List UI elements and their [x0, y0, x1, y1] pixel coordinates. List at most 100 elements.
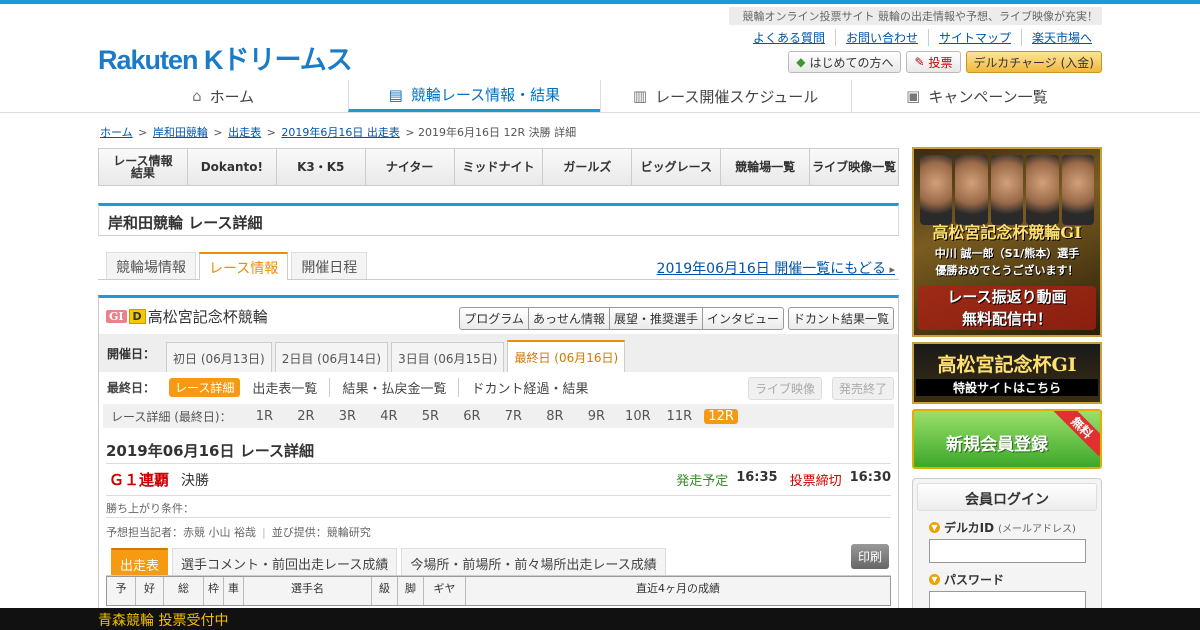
day-tab-2[interactable]: 2日目 (06月14日)	[274, 342, 389, 372]
subnav-tracks[interactable]: 競輪場一覧	[720, 149, 809, 185]
race-6r[interactable]: 6R	[451, 409, 493, 424]
race-10r[interactable]: 10R	[617, 409, 659, 424]
race-header: GI D 高松宮記念杯競輪 プログラム あっせん情報 展望・推奨選手 インタビュ…	[99, 298, 898, 334]
tab-comments[interactable]: 選手コメント・前回出走レース成績	[172, 548, 398, 575]
race-info-button-group: プログラム あっせん情報 展望・推奨選手 インタビュー	[459, 307, 784, 330]
tab-recent-results[interactable]: 今場所・前場所・前々場所出走レース成績	[401, 548, 666, 575]
start-label: 発走予定	[676, 474, 729, 489]
breadcrumb: ホーム > 岸和田競輪 > 出走表 > 2019年6月16日 出走表 > 201…	[100, 126, 577, 139]
delca-id-input[interactable]	[929, 539, 1086, 563]
race-detail-item[interactable]: レース詳細	[169, 377, 241, 397]
lineup-provider: 並び提供：競輪研究	[271, 526, 371, 539]
assign-info-button[interactable]: あっせん情報	[527, 308, 609, 329]
race-line: Ｇ１連覇 決勝 発走予定 16:35 投票締切 16:30	[106, 464, 891, 496]
race-11r[interactable]: 11R	[659, 409, 701, 424]
final-day-menu: 最終日： レース詳細 出走表一覧 結果・払戻金一覧 ドカント経過・結果 ライブ映…	[99, 372, 898, 402]
subnav-nighter[interactable]: ナイター	[364, 149, 454, 185]
dokanto-results-button[interactable]: ドカント結果一覧	[789, 308, 893, 329]
prediction-info: 予想担当記者：赤競 小山 裕哉 | 並び提供：競輪研究	[106, 526, 371, 539]
day-tabs: 開催日： 初日 (06月13日) 2日目 (06月14日) 3日目 (06月15…	[99, 334, 898, 372]
entry-table-header: 予 好 総 枠 車 選手名 級 脚 ギヤ 直近4ヶ月の成績	[106, 576, 891, 606]
dokanto-progress-item[interactable]: ドカント経過・結果	[458, 377, 600, 397]
banner2-title: 高松宮記念杯GI	[937, 354, 1077, 376]
col-style: 脚	[397, 577, 423, 605]
subnav-dokanto[interactable]: Dokanto!	[186, 149, 276, 185]
gift-icon: ▣	[906, 87, 921, 105]
race-7r[interactable]: 7R	[493, 409, 535, 424]
live-video-button[interactable]: ライブ映像	[747, 377, 822, 400]
sitemap-link[interactable]: サイトマップ	[927, 29, 1021, 46]
register-banner[interactable]: 新規会員登録 無料	[912, 409, 1102, 469]
subnav-k3k5[interactable]: K3・K5	[275, 149, 365, 185]
race-12r[interactable]: 12R	[704, 408, 739, 424]
banner2-subtitle: 特設サイトはこちら	[916, 379, 1098, 396]
gnav-campaign[interactable]: ▣ キャンペーン一覧	[850, 80, 1102, 112]
start-time: 16:35	[736, 470, 778, 485]
riders-photo	[920, 155, 1095, 225]
race-grade-label: Ｇ１連覇	[109, 471, 170, 489]
page-title: 岸和田競輪 レース詳細	[98, 203, 899, 236]
race-number-label: レース詳細 (最終日)：	[111, 409, 232, 424]
tab-schedule[interactable]: 開催日程	[291, 252, 368, 279]
arrow-bullet-icon: ▼	[929, 522, 940, 533]
race-4r[interactable]: 4R	[368, 409, 410, 424]
tab-entry-list[interactable]: 出走表	[111, 548, 169, 575]
faq-link[interactable]: よくある質問	[743, 29, 835, 46]
crumb-current: 2019年6月16日 12R 決勝 詳細	[418, 126, 577, 139]
site-logo[interactable]: Rakuten Kドリームス	[98, 38, 353, 77]
outlook-button[interactable]: 展望・推奨選手	[608, 308, 702, 329]
beginner-button[interactable]: ◆ はじめての方へ	[788, 51, 902, 73]
results-payout-item[interactable]: 結果・払戻金一覧	[329, 377, 458, 397]
back-to-list-link[interactable]: 2019年06月16日 開催一覧にもどる	[657, 258, 895, 278]
global-nav: ⌂ ホーム ▤ 競輪レース情報・結果 ▥ レース開催スケジュール ▣ キャンペーン一覧	[98, 80, 1102, 112]
subnav-live[interactable]: ライブ映像一覧	[809, 149, 898, 185]
crumb-home[interactable]: ホーム	[100, 126, 133, 139]
charge-button[interactable]: デルカチャージ (入金)	[965, 51, 1102, 73]
race-2r[interactable]: 2R	[285, 409, 327, 424]
day-tab-1[interactable]: 初日 (06月13日)	[166, 342, 272, 372]
subnav-midnight[interactable]: ミッドナイト	[453, 149, 543, 185]
day-tab-3[interactable]: 3日目 (06月15日)	[391, 342, 505, 372]
tab-race-info[interactable]: レース情報	[199, 252, 289, 280]
entry-list-item[interactable]: 出走表一覧	[240, 378, 329, 397]
tab-track-info[interactable]: 競輪場情報	[106, 252, 196, 279]
contact-link[interactable]: お問い合わせ	[834, 29, 928, 46]
special-site-banner[interactable]: 高松宮記念杯GI 特設サイトはこちら	[912, 342, 1102, 404]
takamatsunomiya-result-banner[interactable]: 高松宮記念杯競輪GI 中川 誠一郎（S1/熊本）選手 優勝おめでとうございます！ …	[912, 147, 1102, 337]
crumb-date-program[interactable]: 2019年6月16日 出走表	[281, 126, 400, 139]
status-ticker[interactable]: 青森競輪 投票受付中	[0, 608, 1200, 630]
race-1r[interactable]: 1R	[244, 409, 286, 424]
crumb-track[interactable]: 岸和田競輪	[153, 126, 208, 139]
race-5r[interactable]: 5R	[410, 409, 452, 424]
rakuten-ichiba-link[interactable]: 楽天市場へ	[1020, 29, 1102, 46]
list-icon: ▥	[632, 87, 648, 105]
day-tab-final[interactable]: 最終日 (06月16日)	[507, 340, 626, 372]
print-button[interactable]: 印刷	[850, 544, 889, 569]
subnav-big-race[interactable]: ビッグレース	[631, 149, 720, 185]
banner1-title: 高松宮記念杯競輪GI	[932, 223, 1082, 242]
interview-button[interactable]: インタビュー	[701, 308, 783, 329]
register-label: 新規会員登録	[946, 435, 1048, 455]
header-buttons: ◆ はじめての方へ ✎ 投票 デルカチャージ (入金)	[788, 51, 1102, 73]
race-times: 発走予定 16:35 投票締切 16:30	[676, 470, 891, 489]
gnav-schedule[interactable]: ▥ レース開催スケジュール	[599, 80, 851, 112]
vote-button[interactable]: ✎ 投票	[906, 51, 961, 73]
header-divider	[0, 112, 1200, 113]
col-class: 級	[371, 577, 397, 605]
col-prediction: 予	[115, 582, 127, 595]
subnav-race-results[interactable]: レース情報 結果	[99, 149, 187, 185]
beginner-mark-icon: ◆	[796, 55, 806, 69]
race-8r[interactable]: 8R	[534, 409, 576, 424]
gnav-race-info[interactable]: ▤ 競輪レース情報・結果	[348, 80, 600, 112]
subnav-girls[interactable]: ガールズ	[542, 149, 631, 185]
site-tagline: 競輪オンライン投票サイト 競輪の出走情報や予想、ライブ映像が充実！	[728, 7, 1102, 25]
gnav-home[interactable]: ⌂ ホーム	[98, 80, 348, 112]
race-3r[interactable]: 3R	[327, 409, 369, 424]
crumb-program[interactable]: 出走表	[228, 126, 261, 139]
program-button[interactable]: プログラム	[460, 308, 528, 329]
login-title: 会員ログイン	[917, 483, 1097, 511]
race-9r[interactable]: 9R	[576, 409, 618, 424]
home-icon: ⌂	[192, 87, 202, 105]
grade-gi-icon: GI	[106, 309, 127, 323]
document-icon: ▤	[388, 85, 403, 104]
